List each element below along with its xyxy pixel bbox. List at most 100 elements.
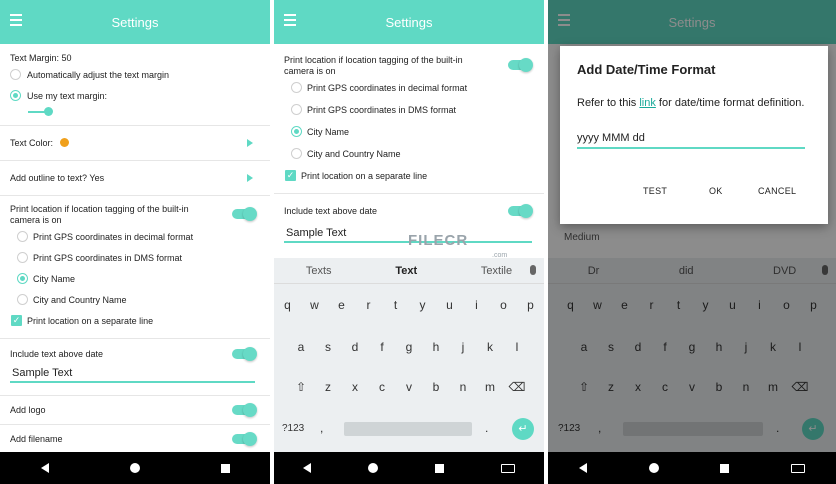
key[interactable]: w: [301, 298, 328, 312]
print-location-toggle[interactable]: [232, 207, 257, 221]
keyboard-icon[interactable]: [791, 463, 806, 473]
key[interactable]: z: [315, 380, 342, 394]
text-color-label[interactable]: Text Color:: [10, 138, 260, 148]
key[interactable]: x: [342, 380, 369, 394]
watermark-text: FILECR: [408, 232, 469, 249]
key[interactable]: u: [436, 298, 463, 312]
separate-line-label: Print location on a separate line: [27, 316, 154, 326]
back-icon[interactable]: [578, 463, 587, 473]
back-icon[interactable]: [40, 463, 49, 473]
keyboard-icon[interactable]: [501, 463, 516, 473]
test-button[interactable]: TEST: [643, 186, 667, 196]
city-name-radio[interactable]: [291, 126, 302, 137]
include-text-label: Include text above date: [10, 349, 104, 359]
outline-label[interactable]: Add outline to text? Yes: [10, 173, 260, 183]
key[interactable]: v: [396, 380, 423, 394]
margin-slider-thumb[interactable]: [44, 107, 53, 116]
gps-dms-radio[interactable]: [17, 252, 28, 263]
suggestion-item[interactable]: Texts: [306, 265, 332, 277]
key[interactable]: n: [450, 380, 477, 394]
include-text-label: Include text above date: [284, 206, 378, 216]
key[interactable]: m: [477, 380, 504, 394]
navigation-bar: [0, 452, 270, 484]
divider: [0, 395, 270, 396]
key[interactable]: f: [369, 340, 396, 354]
format-link[interactable]: link: [639, 97, 656, 109]
gps-decimal-radio[interactable]: [291, 82, 302, 93]
key[interactable]: h: [423, 340, 450, 354]
gps-decimal-radio[interactable]: [17, 231, 28, 242]
screenshot-collage: Settings Text Margin: 50 Automatically a…: [0, 0, 836, 484]
spacebar-key[interactable]: [344, 422, 472, 436]
print-location-label-line2: camera is on: [284, 66, 336, 76]
recent-apps-icon[interactable]: [220, 463, 230, 473]
shift-key[interactable]: ⇧: [288, 380, 315, 394]
print-location-label-line1: Print location if location tagging of th…: [284, 55, 463, 65]
gps-dms-label: Print GPS coordinates in DMS format: [33, 253, 183, 263]
separate-line-checkbox[interactable]: ✓: [11, 315, 22, 326]
print-location-toggle[interactable]: [508, 58, 533, 72]
use-margin-radio[interactable]: [10, 90, 21, 101]
auto-margin-label: Automatically adjust the text margin: [27, 70, 170, 80]
divider: [274, 193, 544, 194]
city-country-radio[interactable]: [17, 294, 28, 305]
symbols-key[interactable]: ?123: [282, 423, 304, 434]
chevron-right-icon[interactable]: [247, 174, 253, 182]
key[interactable]: s: [315, 340, 342, 354]
city-country-radio[interactable]: [291, 148, 302, 159]
comma-key[interactable]: ,: [320, 421, 323, 435]
auto-margin-radio[interactable]: [10, 69, 21, 80]
key[interactable]: k: [477, 340, 504, 354]
key[interactable]: e: [328, 298, 355, 312]
key[interactable]: b: [423, 380, 450, 394]
enter-icon[interactable]: ↵: [512, 418, 534, 440]
dialog-body-text: Refer to this: [577, 97, 640, 109]
cancel-button[interactable]: CANCEL: [758, 186, 796, 196]
backspace-key[interactable]: ⌫: [504, 380, 531, 394]
format-input[interactable]: yyyy MMM dd: [577, 132, 645, 144]
key[interactable]: g: [396, 340, 423, 354]
key[interactable]: p: [517, 298, 544, 312]
city-name-label: City Name: [307, 127, 350, 137]
separate-line-checkbox[interactable]: ✓: [285, 170, 296, 181]
add-filename-label: Add filename: [10, 434, 63, 444]
back-icon[interactable]: [302, 463, 311, 473]
keyboard-row-2: a s d f g h j k l: [274, 340, 544, 354]
suggestion-item[interactable]: Textile: [481, 265, 512, 277]
key[interactable]: a: [288, 340, 315, 354]
text-input[interactable]: Sample Text: [12, 367, 260, 379]
ok-button[interactable]: OK: [709, 186, 723, 196]
home-icon[interactable]: [648, 463, 659, 473]
settings-screen-1: Settings Text Margin: 50 Automatically a…: [0, 0, 270, 484]
suggestion-item-primary[interactable]: Text: [395, 265, 417, 277]
key[interactable]: q: [274, 298, 301, 312]
add-filename-toggle[interactable]: [232, 432, 257, 446]
key[interactable]: y: [409, 298, 436, 312]
dialog-title: Add Date/Time Format: [577, 62, 716, 77]
home-icon[interactable]: [367, 463, 378, 473]
key[interactable]: r: [355, 298, 382, 312]
settings-screen-3: Settings Medium Dr did DVD q w e r t y u…: [548, 0, 836, 484]
recent-apps-icon[interactable]: [435, 463, 445, 473]
home-icon[interactable]: [129, 463, 140, 473]
chevron-right-icon[interactable]: [247, 139, 253, 147]
key[interactable]: o: [490, 298, 517, 312]
recent-apps-icon[interactable]: [720, 463, 730, 473]
dialog-body: Refer to this link for date/time format …: [577, 96, 812, 110]
city-country-label: City and Country Name: [33, 295, 127, 305]
include-text-toggle[interactable]: [508, 204, 533, 218]
key[interactable]: d: [342, 340, 369, 354]
hamburger-menu-icon[interactable]: [284, 14, 296, 26]
add-logo-toggle[interactable]: [232, 403, 257, 417]
period-key[interactable]: .: [485, 421, 488, 435]
key[interactable]: c: [369, 380, 396, 394]
microphone-icon[interactable]: [530, 265, 536, 275]
key[interactable]: t: [382, 298, 409, 312]
gps-dms-radio[interactable]: [291, 104, 302, 115]
include-text-toggle[interactable]: [232, 347, 257, 361]
key[interactable]: i: [463, 298, 490, 312]
key[interactable]: l: [504, 340, 531, 354]
hamburger-menu-icon[interactable]: [10, 14, 22, 26]
city-name-radio[interactable]: [17, 273, 28, 284]
key[interactable]: j: [450, 340, 477, 354]
